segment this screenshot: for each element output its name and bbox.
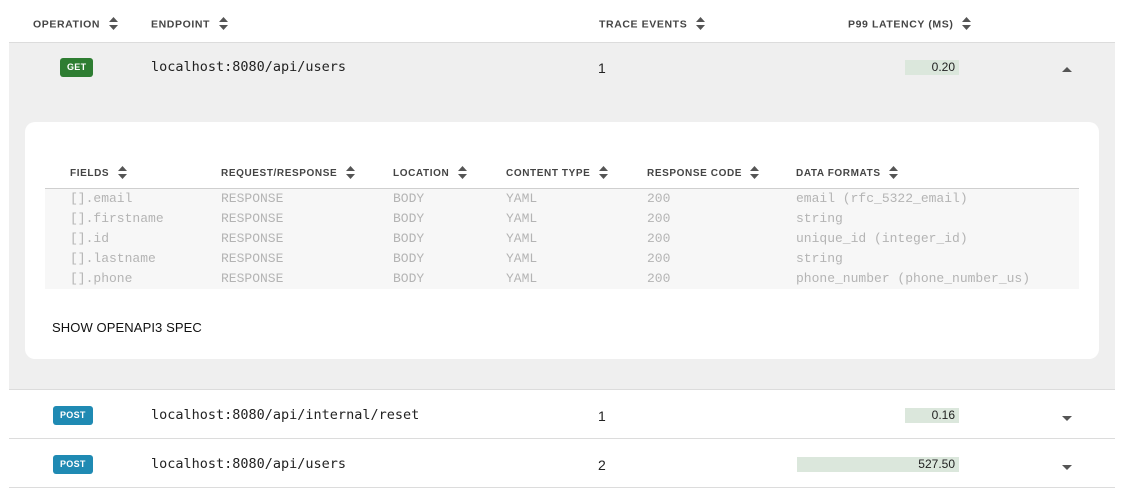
response-code: 200	[647, 211, 671, 226]
location: BODY	[393, 191, 425, 206]
response-code: 200	[647, 191, 671, 206]
endpoint-path: localhost:8080/api/users	[151, 456, 347, 472]
content-type: YAML	[506, 231, 538, 246]
chevron-down-icon[interactable]	[1061, 410, 1073, 421]
data-format: string	[796, 211, 843, 226]
method-badge-get: GET	[60, 58, 94, 77]
column-header-response-code-label: RESPONSE CODE	[647, 168, 743, 180]
endpoint-row-post-internal-reset[interactable]: POST localhost:8080/api/internal/reset 1…	[9, 391, 1115, 439]
data-format: phone_number (phone_number_us)	[796, 271, 1031, 286]
fields-table-body: [].email RESPONSE BODY YAML 200 email (r…	[45, 189, 1079, 289]
sort-icon[interactable]	[962, 17, 972, 30]
endpoint-path: localhost:8080/api/users	[151, 59, 347, 75]
table-row: [].id RESPONSE BODY YAML 200 unique_id (…	[45, 229, 1079, 249]
column-header-endpoint-label: ENDPOINT	[151, 18, 211, 31]
content-type: YAML	[506, 251, 538, 266]
latency-value: 527.50	[918, 457, 955, 471]
field-name: [].lastname	[70, 251, 156, 266]
column-header-operation-label: OPERATION	[33, 18, 101, 31]
location: BODY	[393, 251, 425, 266]
method-badge-post: POST	[53, 406, 93, 425]
column-header-trace-events-label: TRACE EVENTS	[599, 18, 688, 31]
column-header-operation[interactable]: OPERATION	[33, 17, 118, 31]
location: BODY	[393, 271, 425, 286]
request-response: RESPONSE	[221, 231, 284, 246]
request-response: RESPONSE	[221, 271, 284, 286]
response-code: 200	[647, 271, 671, 286]
table-row: [].firstname RESPONSE BODY YAML 200 stri…	[45, 209, 1079, 229]
table-header: OPERATION ENDPOINT TRACE EVENTS P99 LATE…	[9, 0, 1115, 43]
location: BODY	[393, 231, 425, 246]
response-code: 200	[647, 251, 671, 266]
chevron-up-icon[interactable]	[1061, 62, 1073, 72]
column-header-fields[interactable]: FIELDS	[70, 166, 127, 180]
table-row: [].phone RESPONSE BODY YAML 200 phone_nu…	[45, 269, 1079, 289]
endpoint-path: localhost:8080/api/internal/reset	[151, 407, 420, 423]
sort-icon[interactable]	[117, 166, 127, 179]
data-format: string	[796, 251, 843, 266]
content-type: YAML	[506, 271, 538, 286]
table-row: [].lastname RESPONSE BODY YAML 200 strin…	[45, 249, 1079, 269]
column-header-content-type[interactable]: CONTENT TYPE	[506, 166, 608, 180]
request-response: RESPONSE	[221, 191, 284, 206]
sort-icon[interactable]	[695, 17, 705, 30]
latency-value: 0.16	[931, 408, 955, 422]
sort-icon[interactable]	[598, 166, 608, 179]
response-code: 200	[647, 231, 671, 246]
column-header-content-type-label: CONTENT TYPE	[506, 168, 591, 180]
column-header-location-label: LOCATION	[393, 168, 450, 180]
endpoint-row-get-users[interactable]: GET localhost:8080/api/users 1 0.20	[9, 43, 1115, 91]
sort-icon[interactable]	[108, 17, 118, 30]
sort-icon[interactable]	[457, 166, 467, 179]
column-header-fields-label: FIELDS	[70, 168, 110, 180]
latency-value: 0.20	[931, 60, 955, 74]
data-format: unique_id (integer_id)	[796, 231, 968, 246]
field-name: [].email	[70, 191, 133, 206]
content-type: YAML	[506, 191, 538, 206]
trace-events-count: 1	[598, 60, 606, 76]
sort-icon[interactable]	[750, 166, 760, 179]
show-openapi3-spec-button[interactable]: SHOW OPENAPI3 SPEC	[52, 320, 202, 335]
chevron-down-icon[interactable]	[1061, 459, 1073, 470]
field-name: [].firstname	[70, 211, 164, 226]
column-header-request-response[interactable]: REQUEST/RESPONSE	[221, 166, 355, 180]
column-header-data-formats[interactable]: DATA FORMATS	[796, 166, 898, 180]
field-name: [].phone	[70, 271, 133, 286]
sort-icon[interactable]	[888, 166, 898, 179]
trace-events-count: 2	[598, 457, 606, 473]
method-badge-post: POST	[53, 455, 93, 474]
location: BODY	[393, 211, 425, 226]
request-response: RESPONSE	[221, 211, 284, 226]
column-header-data-formats-label: DATA FORMATS	[796, 168, 881, 180]
content-type: YAML	[506, 211, 538, 226]
table-row: [].email RESPONSE BODY YAML 200 email (r…	[45, 189, 1079, 209]
sort-icon[interactable]	[218, 17, 228, 30]
fields-table-header: FIELDS REQUEST/RESPONSE LOCATION CONTENT…	[45, 165, 1079, 189]
endpoint-detail-area: FIELDS REQUEST/RESPONSE LOCATION CONTENT…	[9, 91, 1115, 390]
column-header-trace-events[interactable]: TRACE EVENTS	[599, 17, 705, 31]
field-name: [].id	[70, 231, 110, 246]
request-response: RESPONSE	[221, 251, 284, 266]
column-header-request-response-label: REQUEST/RESPONSE	[221, 168, 338, 180]
column-header-p99-latency-label: P99 LATENCY (MS)	[848, 18, 954, 31]
sort-icon[interactable]	[345, 166, 355, 179]
column-header-response-code[interactable]: RESPONSE CODE	[647, 166, 760, 180]
column-header-endpoint[interactable]: ENDPOINT	[151, 17, 228, 31]
endpoint-row-post-users[interactable]: POST localhost:8080/api/users 2 527.50	[9, 440, 1115, 488]
data-format: email (rfc_5322_email)	[796, 191, 968, 206]
column-header-p99-latency[interactable]: P99 LATENCY (MS)	[848, 17, 972, 31]
trace-events-count: 1	[598, 408, 606, 424]
endpoint-detail-card: FIELDS REQUEST/RESPONSE LOCATION CONTENT…	[25, 122, 1099, 359]
column-header-location[interactable]: LOCATION	[393, 166, 467, 180]
